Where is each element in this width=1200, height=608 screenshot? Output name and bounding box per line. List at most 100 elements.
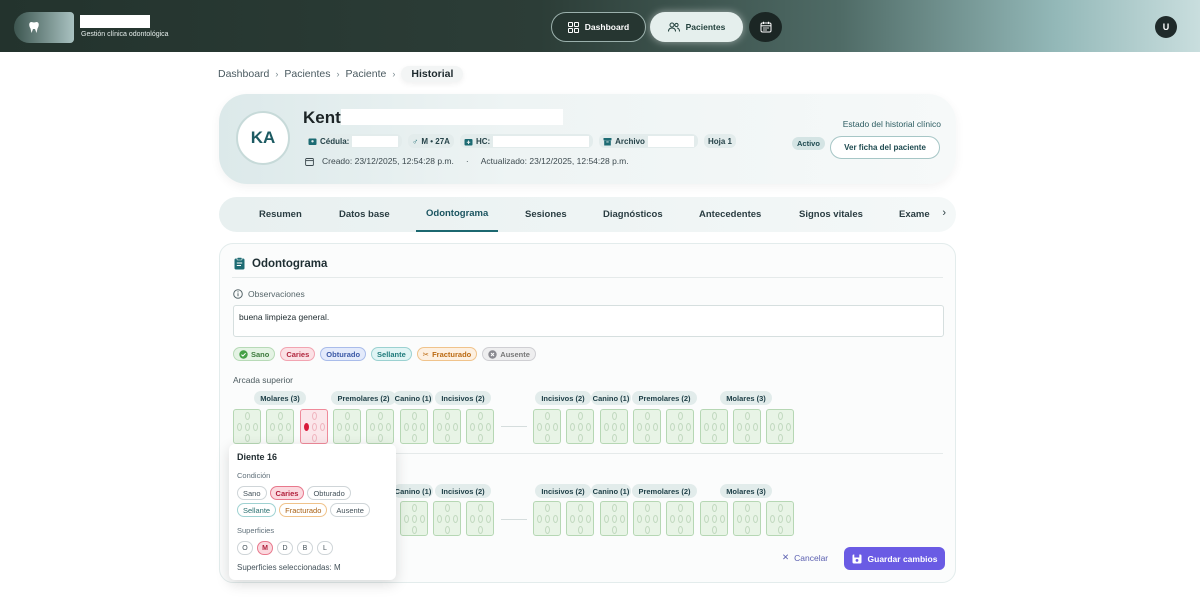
tooth-button[interactable] [433, 501, 461, 536]
tooth-surface[interactable] [420, 515, 425, 523]
tooth-button[interactable] [533, 409, 561, 444]
condition-option-ausente[interactable]: Ausente [330, 503, 370, 517]
tooth-surface[interactable] [304, 423, 309, 431]
condition-option-caries[interactable]: Caries [269, 486, 305, 500]
tooth-button[interactable] [233, 409, 261, 444]
tab-diagnosticos[interactable]: Diagnósticos [603, 197, 663, 232]
nav-calendar-button[interactable] [749, 12, 782, 42]
tooth-surface[interactable] [245, 423, 250, 431]
tooth-surface[interactable] [412, 434, 417, 442]
tooth-surface[interactable] [537, 515, 542, 523]
tooth-surface[interactable] [753, 423, 758, 431]
tooth-surface[interactable] [645, 504, 650, 512]
tooth-surface[interactable] [412, 412, 417, 420]
tooth-button[interactable] [566, 501, 594, 536]
tooth-button[interactable] [466, 501, 494, 536]
condition-option-obturado[interactable]: Obturado [307, 486, 351, 500]
tooth-button[interactable] [466, 409, 494, 444]
tooth-button[interactable] [666, 501, 694, 536]
tooth-surface[interactable] [478, 526, 483, 534]
tooth-surface[interactable] [412, 515, 417, 523]
tooth-button[interactable] [300, 409, 328, 444]
tooth-surface[interactable] [637, 515, 642, 523]
tooth-surface[interactable] [412, 504, 417, 512]
tooth-surface[interactable] [686, 423, 691, 431]
tooth-button[interactable] [566, 409, 594, 444]
tooth-surface[interactable] [545, 504, 550, 512]
tooth-surface[interactable] [770, 515, 775, 523]
tab-resumen[interactable]: Resumen [259, 197, 302, 232]
surface-option-o[interactable]: O [237, 541, 253, 555]
tab-examen[interactable]: Exame [899, 197, 930, 232]
tooth-surface[interactable] [645, 423, 650, 431]
app-logo[interactable] [14, 12, 74, 43]
tooth-surface[interactable] [404, 515, 409, 523]
tooth-button[interactable] [600, 501, 628, 536]
tooth-surface[interactable] [778, 515, 783, 523]
tooth-surface[interactable] [686, 515, 691, 523]
tooth-surface[interactable] [778, 412, 783, 420]
tooth-surface[interactable] [678, 504, 683, 512]
tooth-surface[interactable] [437, 515, 442, 523]
tooth-surface[interactable] [612, 434, 617, 442]
tooth-surface[interactable] [737, 515, 742, 523]
tooth-button[interactable] [700, 501, 728, 536]
nav-patients-button[interactable]: Pacientes [650, 12, 743, 42]
tab-odontograma[interactable]: Odontograma [416, 197, 499, 232]
tooth-surface[interactable] [578, 423, 583, 431]
tooth-surface[interactable] [553, 423, 558, 431]
tooth-surface[interactable] [645, 434, 650, 442]
tooth-surface[interactable] [278, 434, 283, 442]
tooth-surface[interactable] [720, 423, 725, 431]
tooth-surface[interactable] [320, 423, 325, 431]
user-avatar[interactable]: U [1155, 16, 1177, 38]
breadcrumb-patient[interactable]: Paciente [346, 68, 387, 80]
tooth-surface[interactable] [745, 515, 750, 523]
tooth-surface[interactable] [370, 423, 375, 431]
tooth-surface[interactable] [753, 515, 758, 523]
tooth-surface[interactable] [578, 515, 583, 523]
tooth-surface[interactable] [745, 434, 750, 442]
tooth-button[interactable] [766, 409, 794, 444]
tooth-surface[interactable] [778, 423, 783, 431]
breadcrumb-dashboard[interactable]: Dashboard [218, 68, 269, 80]
tooth-surface[interactable] [612, 515, 617, 523]
tooth-surface[interactable] [637, 423, 642, 431]
tooth-surface[interactable] [286, 423, 291, 431]
tooth-surface[interactable] [620, 515, 625, 523]
tooth-surface[interactable] [745, 423, 750, 431]
tooth-surface[interactable] [712, 412, 717, 420]
tooth-surface[interactable] [578, 504, 583, 512]
tab-signos-vitales[interactable]: Signos vitales [799, 197, 863, 232]
tooth-surface[interactable] [437, 423, 442, 431]
tooth-surface[interactable] [386, 423, 391, 431]
save-button[interactable]: Guardar cambios [844, 547, 945, 570]
tooth-surface[interactable] [478, 434, 483, 442]
tooth-surface[interactable] [270, 423, 275, 431]
tooth-surface[interactable] [478, 515, 483, 523]
tooth-surface[interactable] [545, 515, 550, 523]
tooth-surface[interactable] [712, 526, 717, 534]
tooth-button[interactable] [733, 501, 761, 536]
tooth-button[interactable] [766, 501, 794, 536]
surface-option-d[interactable]: D [277, 541, 293, 555]
tooth-button[interactable] [366, 409, 394, 444]
tooth-surface[interactable] [678, 526, 683, 534]
surface-option-m[interactable]: M [257, 541, 273, 555]
tooth-surface[interactable] [445, 526, 450, 534]
tooth-surface[interactable] [545, 434, 550, 442]
tooth-surface[interactable] [570, 515, 575, 523]
tooth-surface[interactable] [486, 423, 491, 431]
condition-option-sellante[interactable]: Sellante [237, 503, 277, 517]
tooth-surface[interactable] [678, 434, 683, 442]
tooth-surface[interactable] [345, 423, 350, 431]
tooth-surface[interactable] [612, 504, 617, 512]
tooth-surface[interactable] [412, 526, 417, 534]
tab-datos-base[interactable]: Datos base [339, 197, 390, 232]
chevron-right-icon[interactable]: › [942, 207, 946, 219]
tooth-surface[interactable] [578, 412, 583, 420]
tooth-surface[interactable] [445, 412, 450, 420]
tooth-surface[interactable] [312, 412, 317, 420]
tooth-button[interactable] [666, 409, 694, 444]
tooth-surface[interactable] [670, 423, 675, 431]
